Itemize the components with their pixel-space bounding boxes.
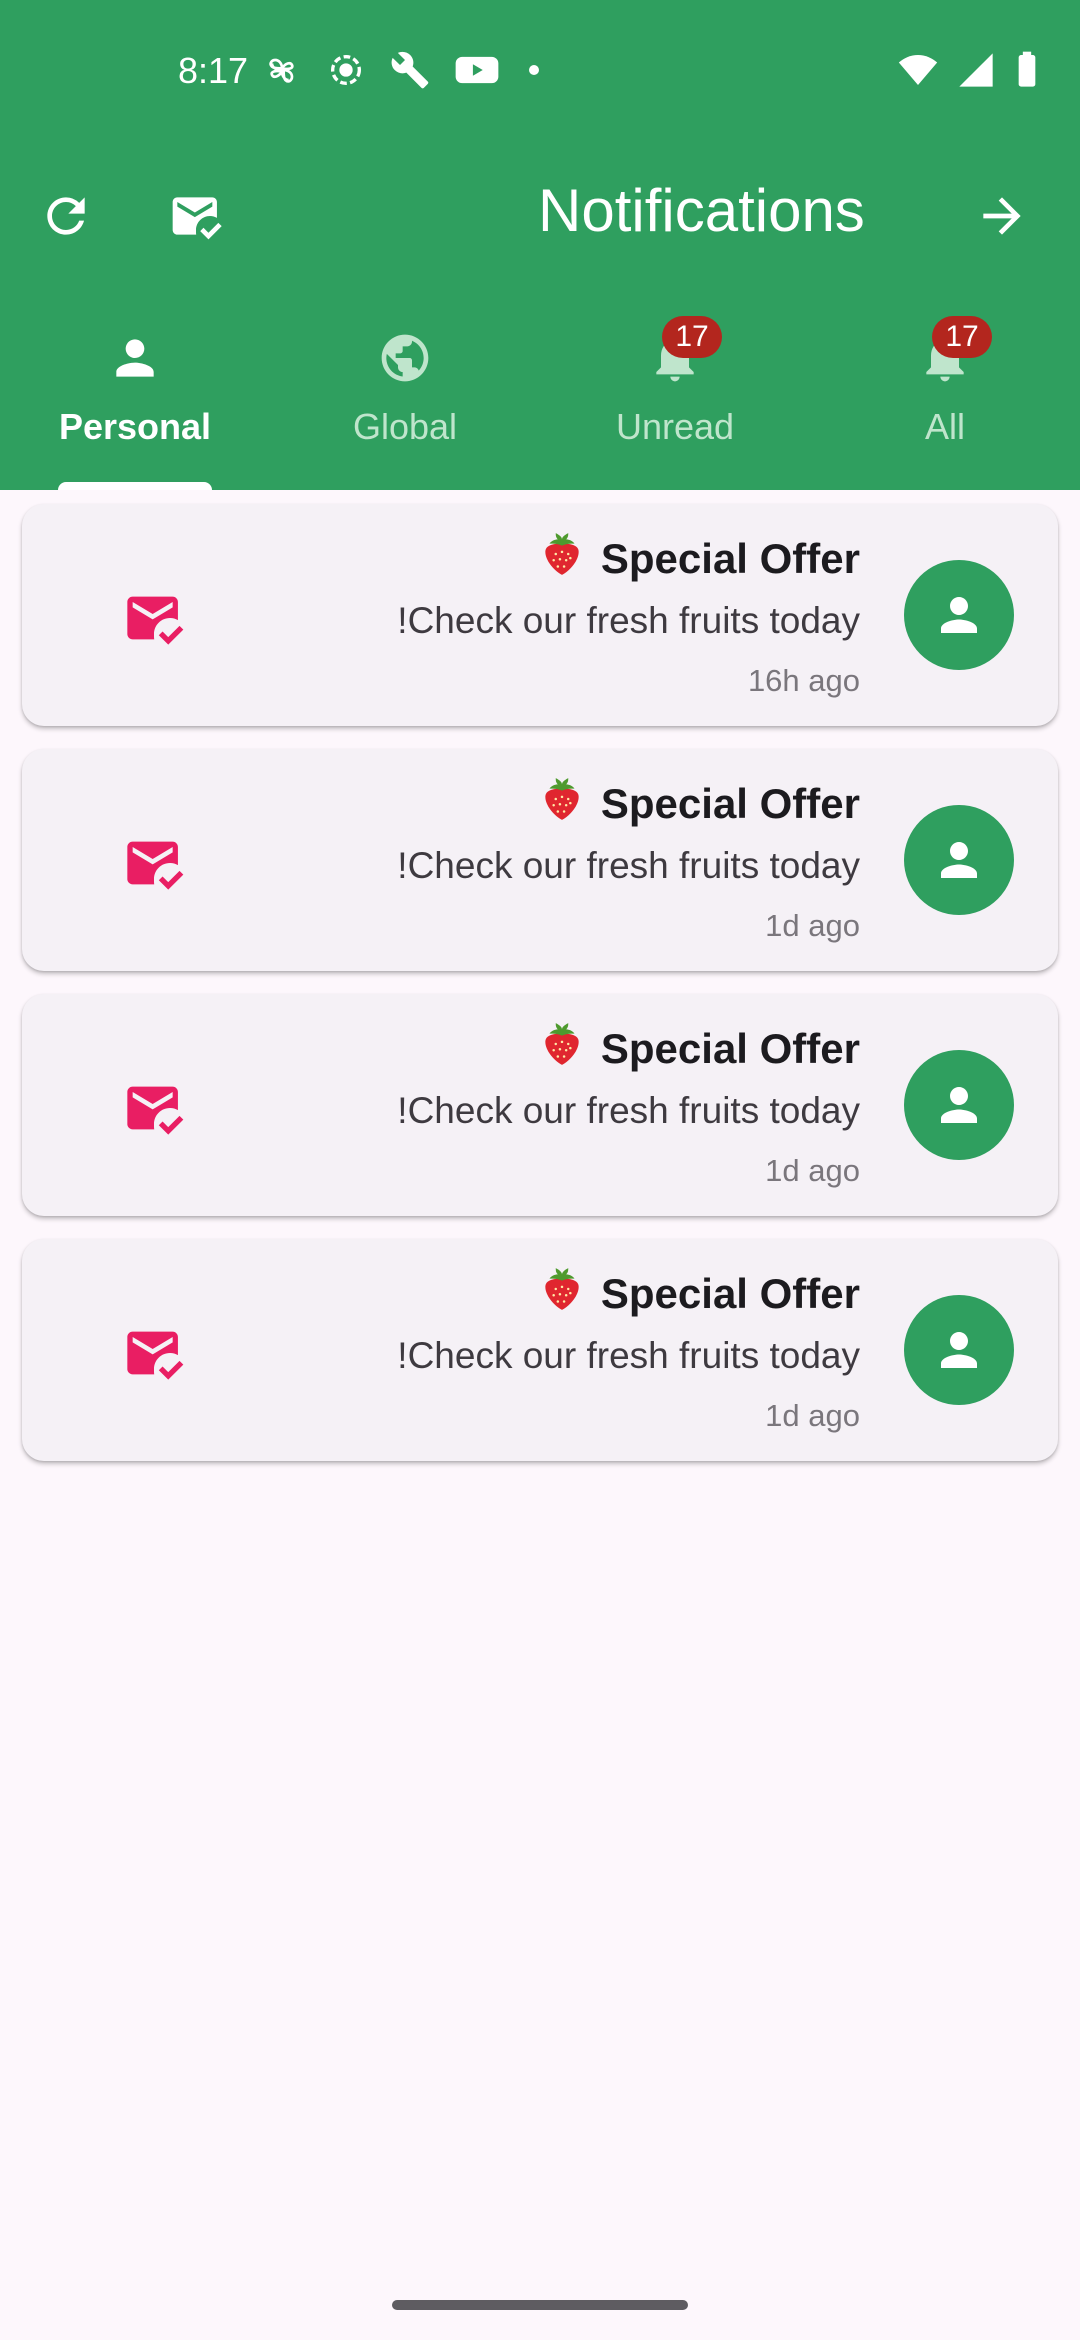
- signal-icon: [956, 50, 996, 90]
- notification-content: Special Offer !Check our fresh fruits to…: [397, 1018, 860, 1200]
- unread-count-badge: 17: [662, 316, 722, 358]
- status-icons-right: [898, 50, 1040, 90]
- toolbar: Notifications: [0, 160, 1080, 270]
- youtube-icon: [454, 50, 500, 90]
- notification-list: Special Offer !Check our fresh fruits to…: [22, 504, 1058, 1484]
- strawberry-icon: [537, 1019, 587, 1069]
- notification-time: 1d ago: [765, 1398, 860, 1433]
- notification-time: 16h ago: [747, 663, 860, 698]
- notification-content: Special Offer !Check our fresh fruits to…: [397, 528, 860, 710]
- home-indicator[interactable]: [392, 2300, 688, 2310]
- avatar: [904, 1295, 1014, 1405]
- wifi-icon: [898, 50, 938, 90]
- record-icon: [326, 50, 366, 90]
- tab-label: Global: [352, 406, 458, 447]
- notification-title-row: Special Offer: [397, 1263, 860, 1325]
- strawberry-icon: [537, 529, 587, 579]
- notification-card[interactable]: Special Offer !Check our fresh fruits to…: [22, 504, 1058, 726]
- status-bar: 8:17: [0, 40, 1080, 100]
- mark-read-icon[interactable]: [122, 831, 186, 895]
- notification-title-row: Special Offer: [397, 528, 860, 590]
- notification-body: !Check our fresh fruits today: [397, 845, 860, 886]
- notification-body: !Check our fresh fruits today: [397, 1090, 860, 1131]
- notification-card[interactable]: Special Offer !Check our fresh fruits to…: [22, 749, 1058, 971]
- notification-time: 1d ago: [765, 1153, 860, 1188]
- notification-title: Special Offer: [600, 1025, 860, 1072]
- refresh-icon: [47, 197, 85, 235]
- tab-all[interactable]: All 17: [810, 310, 1080, 490]
- avatar: [904, 805, 1014, 915]
- tab-label: All: [924, 406, 965, 447]
- pinwheel-icon: [262, 50, 302, 90]
- tab-unread[interactable]: Unread 17: [540, 310, 810, 490]
- strawberry-icon: [537, 1264, 587, 1314]
- notification-title-row: Special Offer: [397, 773, 860, 835]
- notification-title: Special Offer: [600, 1270, 860, 1317]
- person-icon: [941, 597, 977, 633]
- wrench-icon: [390, 50, 430, 90]
- refresh-button[interactable]: [30, 180, 102, 252]
- tab-personal[interactable]: Personal: [0, 310, 270, 490]
- notification-time: 1d ago: [765, 908, 860, 943]
- mark-read-icon[interactable]: [122, 1321, 186, 1385]
- arrow-forward-icon: [983, 197, 1021, 235]
- notification-content: Special Offer !Check our fresh fruits to…: [397, 773, 860, 955]
- avatar: [904, 1050, 1014, 1160]
- tab-label: Unread: [615, 406, 735, 447]
- notification-card[interactable]: Special Offer !Check our fresh fruits to…: [22, 1239, 1058, 1461]
- status-icons-left: [262, 50, 544, 90]
- active-tab-indicator: [58, 482, 212, 490]
- notification-body: !Check our fresh fruits today: [397, 1335, 860, 1376]
- notification-content: Special Offer !Check our fresh fruits to…: [397, 1263, 860, 1445]
- tab-global[interactable]: Global: [270, 310, 540, 490]
- tab-label: Personal: [58, 406, 212, 447]
- mark-all-read-button[interactable]: [160, 180, 232, 252]
- notification-title: Special Offer: [600, 780, 860, 827]
- person-icon: [941, 1087, 977, 1123]
- status-time: 8:17: [178, 50, 249, 91]
- globe-icon: [377, 330, 433, 386]
- app-root: 8:17 Notifications Personal Global Unrea…: [0, 0, 1080, 2340]
- person-icon: [107, 330, 163, 386]
- strawberry-icon: [537, 774, 587, 824]
- mark-read-icon[interactable]: [122, 586, 186, 650]
- page-title: Notifications: [538, 177, 865, 244]
- mark-all-read-icon: [172, 197, 222, 240]
- all-count-badge: 17: [932, 316, 992, 358]
- person-icon: [941, 1332, 977, 1368]
- tab-bar: Personal Global Unread 17 All 17: [0, 310, 1080, 490]
- battery-icon: [1014, 50, 1040, 90]
- app-header: 8:17 Notifications Personal Global Unrea…: [0, 0, 1080, 490]
- dot-icon: [524, 50, 544, 90]
- avatar: [904, 560, 1014, 670]
- notification-card[interactable]: Special Offer !Check our fresh fruits to…: [22, 994, 1058, 1216]
- mark-read-icon[interactable]: [122, 1076, 186, 1140]
- notification-title: Special Offer: [600, 535, 860, 582]
- notification-body: !Check our fresh fruits today: [397, 600, 860, 641]
- person-icon: [941, 842, 977, 878]
- forward-button[interactable]: [966, 180, 1038, 252]
- notification-title-row: Special Offer: [397, 1018, 860, 1080]
